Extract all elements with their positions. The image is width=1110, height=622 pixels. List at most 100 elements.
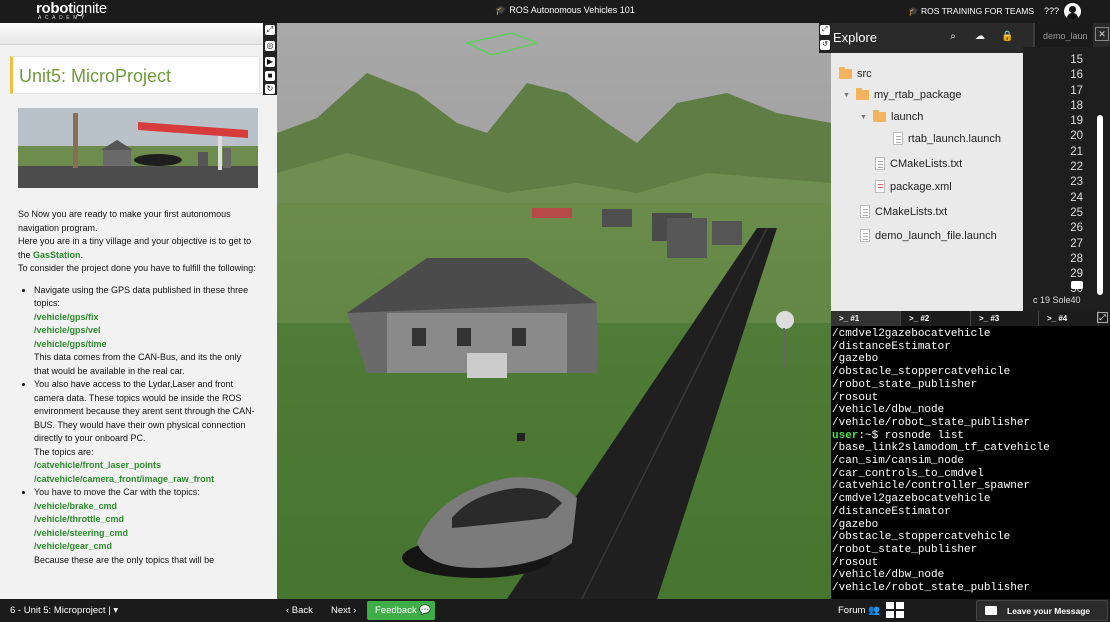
chat-icon: 💬	[419, 605, 432, 616]
visibility-icon[interactable]: ◎	[265, 41, 275, 51]
tree-item-launch[interactable]: ▼ launch	[860, 110, 923, 123]
terminal-line: /obstacle_stoppercatvehicle	[832, 366, 1011, 379]
terminal-line: /can_sim/cansim_node	[832, 455, 965, 468]
gas-station-image	[18, 108, 258, 188]
intro-text: So Now you are ready to make your first …	[18, 209, 256, 273]
list-item: You have to move the Car with the topics…	[34, 486, 256, 567]
terminal-line: /robot_state_publisher	[832, 543, 978, 556]
topic-link: /vehicle/gps/time	[34, 338, 107, 349]
terminal-line: /vehicle/dbw_node	[832, 569, 945, 582]
gazebo-viewport[interactable]	[277, 23, 831, 599]
chevron-down-icon: ▼	[860, 113, 867, 121]
terminal-output[interactable]: /cmdvel2gazebocatvehicle /distanceEstima…	[831, 326, 1110, 599]
file-icon	[860, 229, 870, 242]
app-window: robotignite ACADEMY 🎓 ROS Autonomous Vehi…	[0, 0, 1110, 622]
terminal-line: /distanceEstimator	[832, 505, 951, 518]
simulation-scene	[277, 23, 831, 599]
editor-status: c 19 Sole40	[1033, 295, 1081, 305]
folder-icon	[873, 110, 886, 122]
terminal-line: /gazebo	[832, 518, 879, 531]
unit-header: Unit5: MicroProject	[10, 56, 260, 94]
top-bar: robotignite ACADEMY 🎓 ROS Autonomous Vehi…	[0, 0, 1110, 23]
terminal-line: /cmdvel2gazebocatvehicle	[832, 493, 991, 506]
grid-layout-icon[interactable]	[886, 602, 904, 619]
square-icon[interactable]: ■	[265, 71, 275, 81]
graduation-cap-icon: 🎓	[908, 6, 919, 16]
editor-tab[interactable]: demo_laun	[1033, 23, 1093, 47]
tree-item-rtab-launch[interactable]: rtab_launch.launch	[893, 132, 1001, 145]
tree-item-demo-launch[interactable]: demo_launch_file.launch	[860, 229, 997, 242]
feedback-button[interactable]: Feedback 💬	[367, 601, 435, 620]
file-icon	[860, 205, 870, 218]
search-icon[interactable]: ⌕	[947, 31, 959, 43]
avatar-icon[interactable]	[1064, 3, 1081, 20]
terminal-line: /rosout	[832, 391, 879, 404]
notebook-toolbar	[0, 23, 262, 45]
skip-icon[interactable]: ▶	[265, 57, 275, 67]
terminal-line: /car_controls_to_cmdvel	[832, 467, 984, 480]
fullscreen-icon[interactable]: ⤢	[820, 25, 830, 35]
back-button[interactable]: ‹ Back	[286, 605, 313, 616]
terminal-line: /base_link2slamodom_tf_catvehicle	[832, 442, 1050, 455]
explorer-header: Explore ⌕ ☁ 🔒	[831, 23, 1023, 53]
notebook-tool-strip: ⤢ ◎ ▶ ■ ↻	[263, 23, 277, 95]
terminal-tabs: >_ #1 >_ #2 >_ #3 >_ #4	[831, 311, 1110, 326]
next-button[interactable]: Next ›	[331, 605, 356, 616]
topic-link: /vehicle/steering_cmd	[34, 527, 129, 538]
course-title: 🎓 ROS Autonomous Vehicles 101	[495, 5, 635, 15]
robotignite-logo[interactable]: robotignite ACADEMY	[36, 1, 107, 21]
topic-link: /vehicle/gear_cmd	[34, 541, 113, 551]
folder-icon	[839, 67, 852, 79]
list-item: Navigate using the GPS data published in…	[34, 284, 256, 379]
tree-item-src[interactable]: src	[839, 67, 872, 80]
refresh-icon[interactable]: ↻	[265, 84, 275, 94]
topic-link: /vehicle/gps/vel	[34, 325, 101, 335]
forum-button[interactable]: Forum 👥	[838, 605, 880, 616]
file-icon	[893, 132, 903, 145]
terminal-line: /obstacle_stoppercatvehicle	[832, 531, 1011, 544]
teams-link[interactable]: 🎓 ROS TRAINING FOR TEAMS	[908, 6, 1034, 17]
upload-icon[interactable]: ☁	[974, 31, 986, 43]
leave-message-button[interactable]: Leave your Message	[976, 600, 1108, 621]
tree-item-cmakelists-inner[interactable]: CMakeLists.txt	[875, 157, 962, 170]
terminal-line: /cmdvel2gazebocatvehicle	[832, 328, 991, 340]
fullscreen-icon[interactable]: ⤢	[1097, 312, 1108, 323]
xml-file-icon	[875, 180, 885, 193]
tree-item-my-rtab-package[interactable]: ▼ my_rtab_package	[843, 88, 961, 101]
topic-link: /vehicle/throttle_cmd	[34, 514, 125, 524]
topic-link: /vehicle/brake_cmd	[34, 500, 118, 511]
terminal-line: /gazebo	[832, 353, 879, 366]
terminal-line: /rosout	[832, 556, 879, 569]
requirements-list: Navigate using the GPS data published in…	[34, 284, 256, 568]
editor-minimap-thumb[interactable]	[1071, 281, 1083, 289]
tree-item-cmakelists[interactable]: CMakeLists.txt	[860, 205, 947, 218]
user-name[interactable]: ???	[1044, 6, 1059, 16]
topic-link: /catvehicle/front_laser_points	[34, 460, 162, 470]
tab-terminal-4[interactable]: >_ #4	[1039, 311, 1099, 326]
terminal-line: /vehicle/dbw_node	[832, 404, 945, 417]
tree-item-package-xml[interactable]: package.xml	[875, 180, 952, 193]
reset-view-icon[interactable]: ↺	[820, 40, 830, 50]
editor-tabs: demo_laun ✕	[1023, 23, 1110, 47]
gas-station-link[interactable]: GasStation	[33, 250, 81, 260]
topic-link: /vehicle/gps/fix	[34, 311, 99, 322]
notebook-panel: ⤢ ◎ ▶ ■ ↻ Unit5: MicroProject So Now you…	[0, 23, 277, 599]
lock-icon[interactable]: 🔒	[1001, 31, 1013, 43]
mail-icon	[985, 606, 997, 615]
terminal-line: /catvehicle/controller_spawner	[832, 480, 1031, 493]
bottom-bar: 6 - Unit 5: Microproject | ▾ ‹ Back Next…	[0, 599, 1110, 622]
explorer-title: Explore	[833, 30, 878, 45]
file-icon	[875, 157, 885, 170]
unit-select[interactable]: 6 - Unit 5: Microproject | ▾	[10, 605, 118, 616]
fullscreen-icon[interactable]: ⤢	[265, 25, 275, 35]
list-item: You also have access to the Lydar,Laser …	[34, 378, 256, 486]
terminal-line: /vehicle/robot_state_publisher	[832, 582, 1031, 595]
tab-terminal-1[interactable]: >_ #1	[831, 311, 901, 326]
editor-scrollbar[interactable]	[1097, 115, 1103, 295]
viewport-tool-strip: ⤢ ↺	[819, 23, 831, 53]
unit-title: Unit5: MicroProject	[19, 66, 172, 86]
tab-terminal-3[interactable]: >_ #3	[971, 311, 1039, 326]
tab-terminal-2[interactable]: >_ #2	[901, 311, 971, 326]
close-icon[interactable]: ✕	[1095, 27, 1109, 41]
terminal-line: /vehicle/robot_state_publisher	[832, 416, 1031, 429]
